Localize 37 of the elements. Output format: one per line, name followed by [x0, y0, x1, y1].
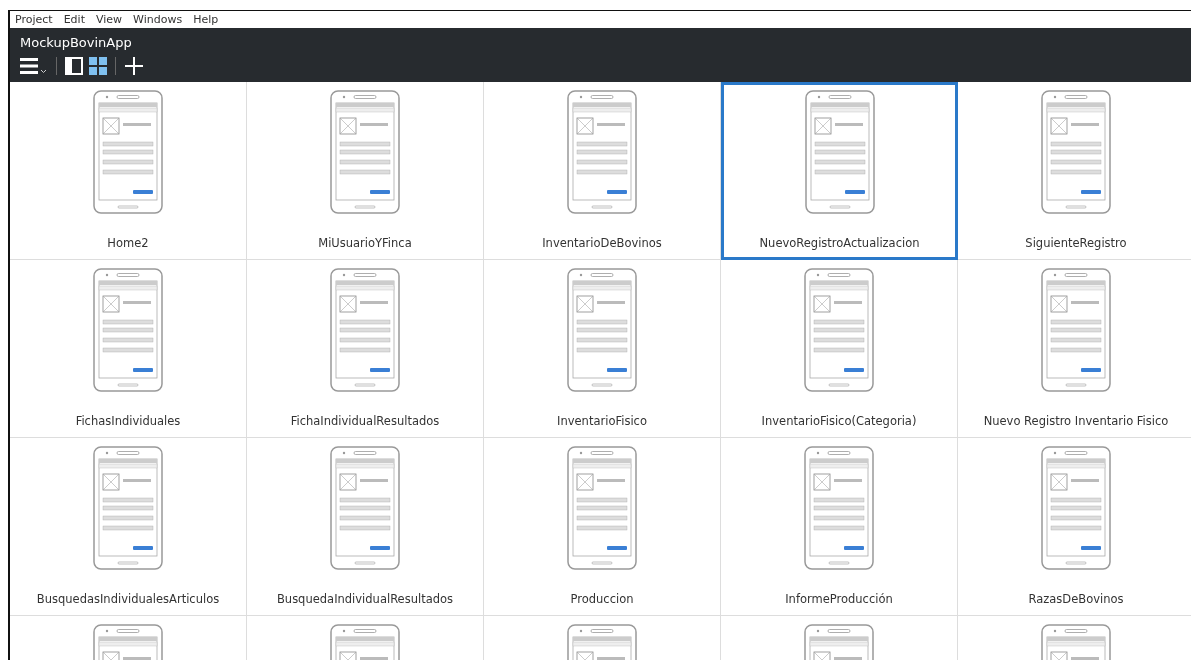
mockup-name: InventarioDeBovinos	[542, 236, 662, 250]
mockup-card[interactable]: BusquedasIndividualesArticulos	[10, 438, 247, 616]
menu-item[interactable]: Windows	[133, 13, 183, 26]
mockup-card[interactable]: FichasIndividuales	[10, 260, 247, 438]
menu-icon[interactable]	[20, 55, 48, 76]
mockup-name: SiguienteRegistro	[1025, 236, 1127, 250]
grid-view-icon[interactable]	[89, 56, 107, 75]
single-view-icon[interactable]	[65, 56, 83, 75]
mockup-name: RazasDeBovinos	[1028, 592, 1124, 606]
mockup-name: Produccion	[570, 592, 634, 606]
mockup-name: InventarioFisico	[557, 414, 647, 428]
mockup-name: NuevoRegistroActualizacion	[759, 236, 920, 250]
mockup-card[interactable]: InformeProducción	[721, 438, 958, 616]
mockup-name: FichaIndividualResultados	[290, 414, 440, 428]
project-title: MockupBovinApp	[20, 34, 133, 50]
mockup-card[interactable]: Home2	[10, 82, 247, 260]
mockup-name: Nuevo Registro Inventario Fisico	[983, 414, 1169, 428]
mockup-card[interactable]: BusquedaIndividualResultados	[247, 438, 484, 616]
mockup-card[interactable]: InventarioFisico	[484, 260, 721, 438]
mockup-name: BusquedasIndividualesArticulos	[36, 592, 220, 606]
mockup-name: FichasIndividuales	[75, 414, 181, 428]
menu-item[interactable]: Help	[193, 13, 219, 26]
mockup-card[interactable]: NuevoRegistroActualizacion	[721, 82, 958, 260]
mockup-name: BusquedaIndividualResultados	[276, 592, 454, 606]
menu-item[interactable]: Project	[15, 13, 53, 26]
mockup-card[interactable]: FichaIndividualResultados	[247, 260, 484, 438]
mockup-name: MiUsuarioYFinca	[318, 236, 412, 250]
mockup-name: InventarioFisico(Categoria)	[761, 414, 917, 428]
menu-item[interactable]: View	[95, 13, 123, 26]
mockup-card[interactable]: Produccion	[484, 438, 721, 616]
mockup-card[interactable]: MiUsuarioYFinca	[247, 82, 484, 260]
menu-item[interactable]: Edit	[63, 13, 85, 26]
mockup-card[interactable]: InventarioFisico(Categoria)	[721, 260, 958, 438]
add-icon[interactable]	[124, 55, 144, 76]
mockup-card[interactable]: InventarioDeBovinos	[484, 82, 721, 260]
mockup-name: Home2	[107, 236, 149, 250]
mockup-name: InformeProducción	[785, 592, 893, 606]
